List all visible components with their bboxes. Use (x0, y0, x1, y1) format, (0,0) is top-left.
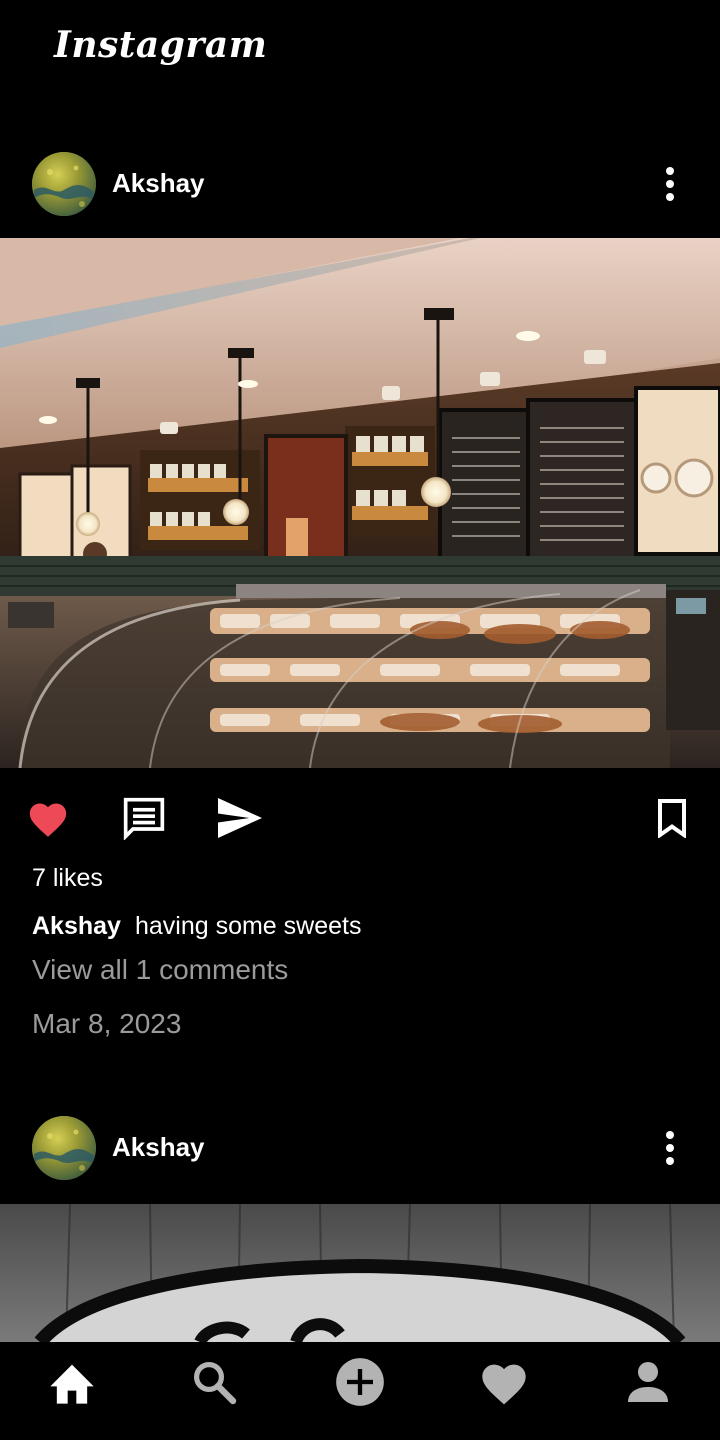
instagram-logo: Instagram (54, 24, 268, 66)
add-circle-icon[interactable] (330, 1352, 390, 1412)
avatar-image (32, 1116, 96, 1180)
person-icon[interactable] (618, 1352, 678, 1412)
top-bar: Instagram (0, 0, 720, 100)
more-vertical-icon[interactable] (650, 1124, 690, 1172)
post-image[interactable] (0, 1204, 720, 1342)
post-header: Akshay (0, 1108, 720, 1188)
post-date: Mar 8, 2023 (32, 1008, 182, 1039)
likes-count[interactable]: 7 likes (32, 864, 103, 893)
home-icon[interactable] (42, 1352, 102, 1412)
caption-username[interactable]: Akshay (32, 912, 121, 940)
post-header: Akshay (0, 144, 720, 224)
avatar[interactable] (32, 1116, 96, 1180)
heart-icon[interactable] (24, 794, 72, 842)
instagram-app: Instagram Akshay 7 likes Akshay having s… (0, 0, 720, 1440)
bottom-navigation (0, 1342, 720, 1440)
post-username[interactable]: Akshay (112, 1132, 205, 1163)
bookmark-icon[interactable] (648, 794, 696, 842)
activity-heart-icon[interactable] (474, 1352, 534, 1412)
avatar[interactable] (32, 152, 96, 216)
caption-text: having some sweets (134, 912, 362, 940)
comment-icon[interactable] (120, 794, 168, 842)
post-caption: Akshay having some sweets (32, 912, 361, 941)
post-image[interactable] (0, 238, 720, 768)
send-icon[interactable] (216, 794, 264, 842)
cafe-counter-photo (0, 238, 720, 768)
avatar-image (32, 152, 96, 216)
more-vertical-icon[interactable] (650, 160, 690, 208)
post-actions (0, 786, 720, 846)
post-username[interactable]: Akshay (112, 168, 205, 199)
graffiti-wall-photo (0, 1204, 720, 1342)
search-icon[interactable] (184, 1352, 244, 1412)
view-comments-link[interactable]: View all 1 comments (32, 954, 288, 986)
